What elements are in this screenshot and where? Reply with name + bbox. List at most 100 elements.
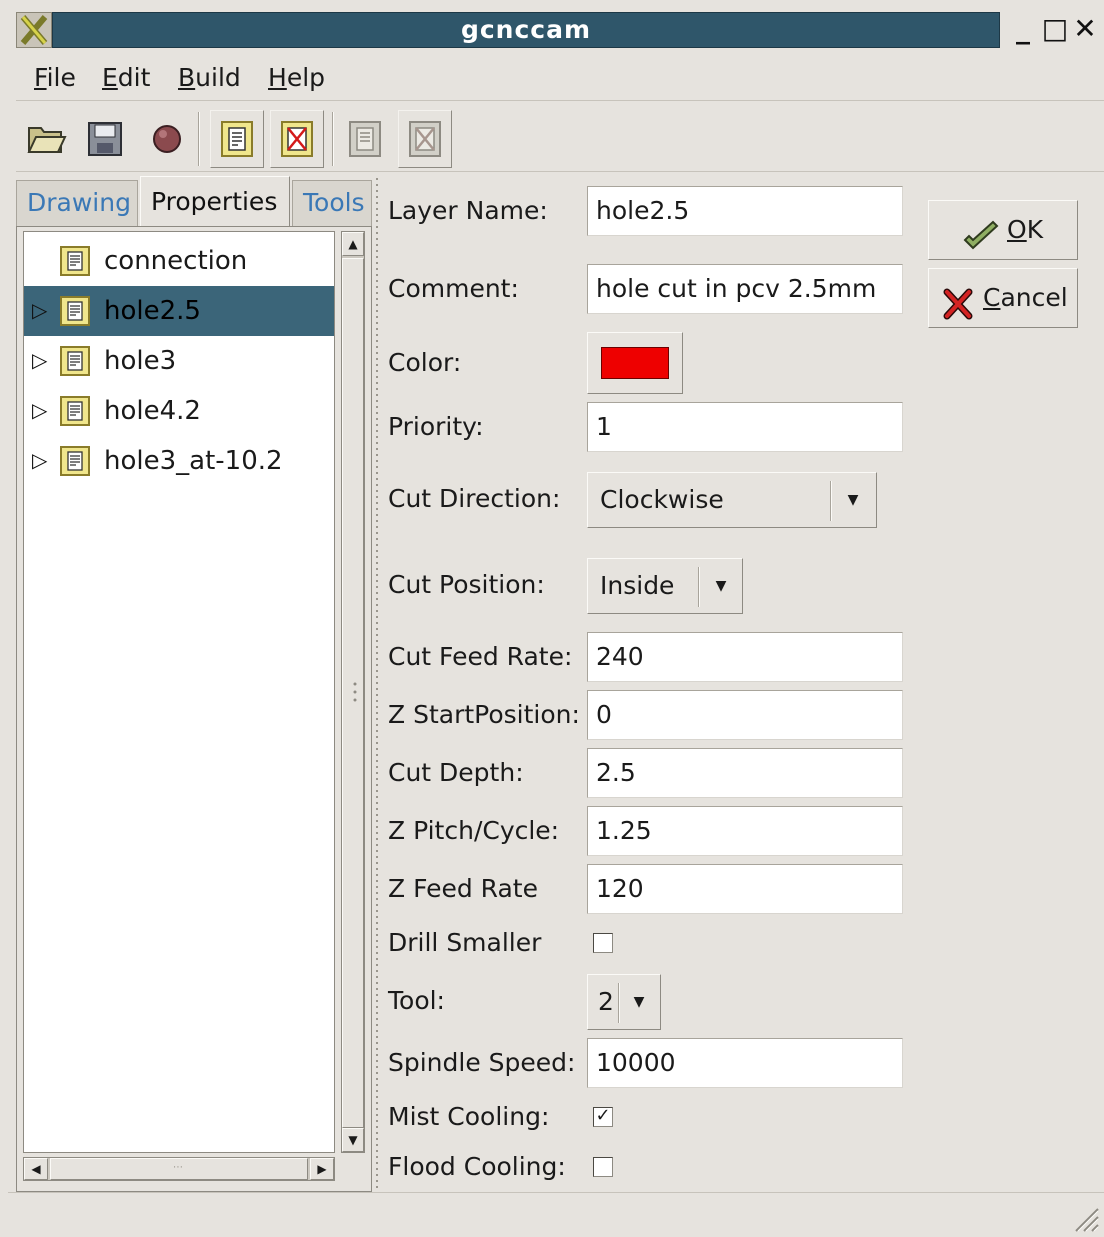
menu-file-accel: F <box>34 63 47 92</box>
cut-position-value: Inside <box>600 571 675 600</box>
title-bar: gcnccam _ □ ✕ <box>8 8 1104 50</box>
delete-layer-icon <box>281 121 313 157</box>
horizontal-scroll-thumb[interactable]: ⋯ <box>50 1158 308 1180</box>
tab-tools[interactable]: Tools <box>292 180 372 226</box>
flood-cooling-checkbox[interactable] <box>593 1157 613 1177</box>
open-button[interactable] <box>20 110 74 168</box>
priority-input[interactable]: 1 <box>587 402 903 452</box>
record-icon <box>153 125 181 153</box>
layer-name-input[interactable]: hole2.5 <box>587 186 903 236</box>
cancel-label-rest: ancel <box>1000 283 1068 312</box>
tree-row[interactable]: connection <box>24 236 334 286</box>
expander-icon[interactable]: ▷ <box>32 448 47 472</box>
tree-row-label: connection <box>104 246 248 276</box>
menu-edit[interactable]: Edit <box>102 61 150 95</box>
new-layer-button[interactable] <box>210 110 264 168</box>
tree-row[interactable]: ▷ hole3_at-10.2 <box>24 436 334 486</box>
scroll-down-button[interactable]: ▼ <box>342 1128 364 1152</box>
scroll-left-button[interactable]: ◀ <box>24 1158 48 1180</box>
flood-cooling-label: Flood Cooling: <box>388 1152 566 1181</box>
cut-depth-input[interactable]: 2.5 <box>587 748 903 798</box>
expander-icon[interactable]: ▷ <box>32 348 47 372</box>
save-disk-icon <box>88 122 122 156</box>
delete-layer-disabled-button[interactable] <box>398 110 452 168</box>
resize-grip[interactable] <box>1070 1203 1100 1233</box>
tree-row[interactable]: ▷ hole3 <box>24 336 334 386</box>
close-button[interactable]: ✕ <box>1068 12 1102 48</box>
drill-smaller-checkbox[interactable] <box>593 933 613 953</box>
cut-depth-label: Cut Depth: <box>388 758 524 787</box>
ok-label: OK <box>1007 201 1043 259</box>
cut-direction-select[interactable]: Clockwise ▼ <box>587 472 877 528</box>
z-feed-rate-input[interactable]: 120 <box>587 864 903 914</box>
layer-icon <box>221 121 253 157</box>
drill-smaller-label: Drill Smaller <box>388 928 542 957</box>
layer-icon <box>60 446 90 476</box>
tree-row-label: hole2.5 <box>104 296 201 326</box>
layer-icon <box>60 396 90 426</box>
delete-layer-button[interactable] <box>270 110 324 168</box>
menu-help-label: elp <box>286 63 326 92</box>
cut-direction-value: Clockwise <box>600 485 724 514</box>
cancel-button[interactable]: Cancel <box>928 268 1078 328</box>
mist-cooling-label: Mist Cooling: <box>388 1102 550 1131</box>
record-button[interactable] <box>140 110 194 168</box>
menu-help[interactable]: Help <box>268 61 325 95</box>
mist-cooling-checkbox[interactable]: ✓ <box>593 1107 613 1127</box>
cut-feed-rate-input[interactable]: 240 <box>587 632 903 682</box>
tool-select[interactable]: 2 ▼ <box>587 974 661 1030</box>
tree-row-label: hole3 <box>104 346 177 376</box>
app-icon[interactable] <box>16 12 52 48</box>
ok-button[interactable]: OK <box>928 200 1078 260</box>
maximize-button[interactable]: □ <box>1038 12 1072 48</box>
expander-icon[interactable]: ▷ <box>32 298 47 322</box>
layer-tree-panel: connection ▷ hole2.5 ▷ hole3 ▷ hole4.2 ▷ <box>16 226 372 1192</box>
window-title: gcnccam <box>52 12 1000 48</box>
combo-divider <box>618 983 620 1023</box>
open-folder-icon <box>27 127 67 153</box>
tree-horizontal-scrollbar[interactable]: ◀ ⋯ ▶ <box>23 1157 335 1181</box>
tool-value: 2 <box>598 987 614 1016</box>
cut-feed-rate-label: Cut Feed Rate: <box>388 642 573 671</box>
tree-row[interactable]: ▷ hole4.2 <box>24 386 334 436</box>
ok-accel: O <box>1007 215 1027 244</box>
menu-edit-accel: E <box>102 63 118 92</box>
layer-disabled-button[interactable] <box>338 110 392 168</box>
tool-label: Tool: <box>388 986 445 1015</box>
tree-row-selected[interactable]: ▷ hole2.5 <box>24 286 334 336</box>
save-button[interactable] <box>78 110 132 168</box>
scroll-up-button[interactable]: ▲ <box>342 232 364 256</box>
check-hand-icon <box>961 215 1001 273</box>
expander-icon[interactable]: ▷ <box>32 398 47 422</box>
tab-properties[interactable]: Properties <box>140 176 290 226</box>
status-bar <box>8 1192 1104 1237</box>
menu-build[interactable]: Build <box>178 61 241 95</box>
color-swatch <box>601 347 669 379</box>
scroll-right-button[interactable]: ▶ <box>310 1158 334 1180</box>
tab-drawing[interactable]: Drawing <box>16 180 138 226</box>
menu-file-label: ile <box>46 63 76 92</box>
z-start-position-input[interactable]: 0 <box>587 690 903 740</box>
z-pitch-cycle-label: Z Pitch/Cycle: <box>388 816 560 845</box>
menu-build-label: uild <box>195 63 241 92</box>
minimize-button[interactable]: _ <box>1006 12 1040 48</box>
cancel-accel: C <box>983 283 1001 312</box>
layer-icon <box>60 296 90 326</box>
cut-position-select[interactable]: Inside ▼ <box>587 558 743 614</box>
tree-row-label: hole4.2 <box>104 396 201 426</box>
toolbar <box>16 104 1104 172</box>
menu-help-accel: H <box>268 63 287 92</box>
spindle-speed-input[interactable]: 10000 <box>587 1038 903 1088</box>
menu-file[interactable]: File <box>34 61 76 95</box>
pane-divider[interactable] <box>373 176 381 1192</box>
tree-row-label: hole3_at-10.2 <box>104 446 283 476</box>
z-pitch-cycle-input[interactable]: 1.25 <box>587 806 903 856</box>
menu-bar: File Edit Build Help <box>16 55 1104 101</box>
z-feed-rate-label: Z Feed Rate <box>388 874 538 903</box>
layer-tree[interactable]: connection ▷ hole2.5 ▷ hole3 ▷ hole4.2 ▷ <box>23 231 335 1153</box>
comment-input[interactable]: hole cut in pcv 2.5mm <box>587 264 903 314</box>
color-button[interactable] <box>587 332 683 394</box>
combo-divider <box>698 567 700 607</box>
z-start-position-label: Z StartPosition: <box>388 700 580 729</box>
pane-grip[interactable] <box>352 680 358 710</box>
